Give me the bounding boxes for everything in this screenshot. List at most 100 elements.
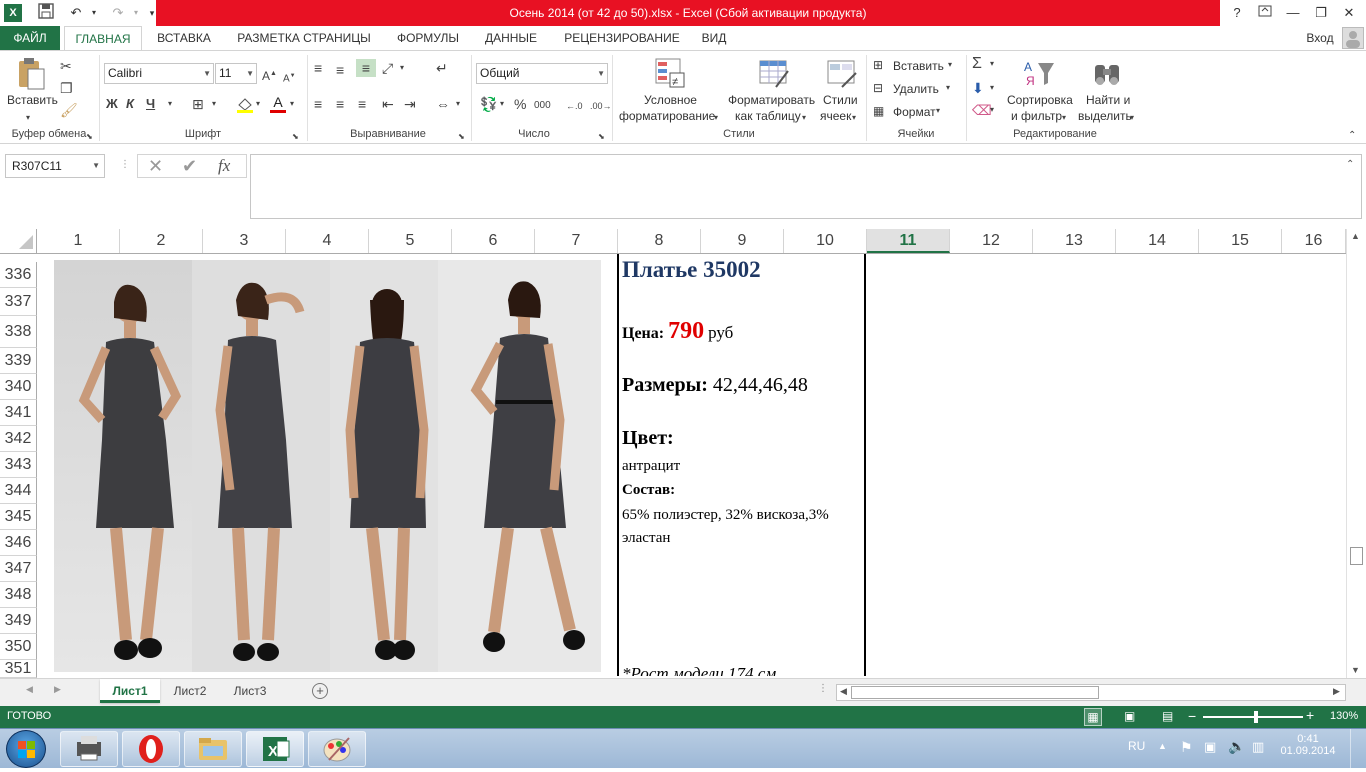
font-color-dropdown-icon[interactable]: ▾ — [290, 95, 294, 113]
format-cells-icon[interactable]: ▦ — [873, 102, 884, 120]
row-header[interactable]: 343 — [0, 452, 37, 478]
row-header[interactable]: 339 — [0, 348, 37, 374]
tab-review[interactable]: РЕЦЕНЗИРОВАНИЕ — [554, 26, 690, 50]
start-button[interactable] — [6, 730, 46, 768]
vertical-scrollbar[interactable]: ▲ ▼ — [1346, 229, 1366, 678]
borders-dropdown-icon[interactable]: ▾ — [212, 95, 216, 113]
row-header[interactable]: 336 — [0, 262, 37, 288]
sheet-tab-2[interactable]: Лист2 — [162, 679, 218, 703]
sign-in-link[interactable]: Вход — [1300, 26, 1340, 50]
conditional-formatting-icon[interactable]: ≠ — [654, 57, 686, 89]
scroll-right-icon[interactable]: ▶ — [1333, 686, 1340, 697]
page-layout-view-icon[interactable]: ▣ — [1124, 709, 1135, 723]
restore-button[interactable]: ❐ — [1306, 0, 1336, 26]
row-header[interactable]: 350 — [0, 634, 37, 660]
column-header[interactable]: 8 — [618, 229, 701, 253]
insert-cells-icon[interactable]: ⊞ — [873, 56, 883, 74]
chevron-down-icon[interactable]: ▾ — [1062, 109, 1066, 127]
excel-app-icon[interactable]: X — [4, 4, 22, 22]
tab-split-grip-icon[interactable]: ⋮ — [818, 683, 828, 694]
format-as-table-label-2[interactable]: как таблицу — [735, 109, 801, 123]
chevron-down-icon[interactable]: ▾ — [936, 102, 940, 120]
number-launcher-icon[interactable]: ⬊ — [598, 128, 605, 146]
zoom-slider[interactable] — [1203, 716, 1303, 718]
format-as-table-icon[interactable] — [758, 57, 790, 89]
chevron-down-icon[interactable]: ▾ — [948, 56, 952, 74]
column-header[interactable]: 12 — [950, 229, 1033, 253]
align-center-icon[interactable]: ≡ — [336, 95, 344, 113]
new-sheet-button[interactable]: + — [312, 683, 328, 699]
increase-indent-icon[interactable]: ⇥ — [404, 95, 416, 113]
taskbar-app-printer[interactable] — [60, 731, 118, 767]
save-icon[interactable] — [36, 3, 56, 23]
underline-dropdown-icon[interactable]: ▾ — [168, 95, 172, 113]
percent-icon[interactable]: % — [514, 95, 526, 113]
column-header[interactable]: 2 — [120, 229, 203, 253]
conditional-formatting-label-1[interactable]: Условное — [644, 93, 697, 107]
font-color-icon[interactable]: A — [270, 95, 286, 113]
insert-function-button[interactable]: fx — [218, 156, 230, 176]
enter-icon[interactable]: ✔ — [182, 156, 197, 177]
normal-view-icon[interactable]: ▦ — [1084, 708, 1102, 726]
merge-dropdown-icon[interactable]: ▾ — [456, 95, 460, 113]
row-header[interactable]: 345 — [0, 504, 37, 530]
column-header[interactable]: 4 — [286, 229, 369, 253]
taskbar-app-paint[interactable] — [308, 731, 366, 767]
column-header[interactable]: 14 — [1116, 229, 1199, 253]
find-select-icon[interactable] — [1092, 57, 1124, 89]
undo-icon[interactable]: ↶ — [66, 3, 86, 23]
row-header[interactable]: 349 — [0, 608, 37, 634]
delete-cells-button[interactable]: Удалить — [893, 82, 939, 96]
chevron-down-icon[interactable]: ▾ — [990, 79, 994, 97]
row-header[interactable]: 341 — [0, 400, 37, 426]
orientation-icon[interactable]: ⤢ — [382, 59, 393, 77]
action-center-flag-icon[interactable]: ⚑ — [1180, 739, 1193, 756]
taskbar-app-opera[interactable] — [122, 731, 180, 767]
row-header[interactable]: 347 — [0, 556, 37, 582]
horizontal-scroll-thumb[interactable] — [851, 686, 1099, 699]
column-header[interactable]: 15 — [1199, 229, 1282, 253]
increase-decimal-icon[interactable]: ←.0 — [566, 97, 583, 115]
chevron-down-icon[interactable]: ▾ — [852, 109, 856, 127]
align-top-icon[interactable]: ≡ — [314, 59, 322, 77]
zoom-level[interactable]: 130% — [1330, 710, 1358, 722]
conditional-formatting-label-2[interactable]: форматирование — [619, 109, 715, 123]
cancel-icon[interactable]: ✕ — [148, 156, 163, 177]
worksheet-grid[interactable]: Платье 35002 Цена: 790 руб Размеры: 42,4… — [37, 254, 1346, 676]
align-left-icon[interactable]: ≡ — [314, 95, 322, 113]
volume-icon[interactable]: 🔈 — [1228, 738, 1245, 755]
scroll-down-icon[interactable]: ▼ — [1351, 665, 1360, 675]
align-middle-icon[interactable]: ≡ — [336, 61, 344, 79]
undo-dropdown-icon[interactable]: ▾ — [84, 3, 104, 23]
autosum-icon[interactable]: Σ — [972, 55, 982, 73]
align-bottom-icon[interactable]: ≡ — [356, 59, 376, 77]
cut-icon[interactable]: ✂ — [60, 57, 72, 75]
scroll-left-icon[interactable]: ◀ — [840, 686, 847, 697]
currency-icon[interactable]: 💱 — [480, 95, 497, 113]
italic-button[interactable]: К — [126, 95, 134, 113]
orientation-dropdown-icon[interactable]: ▾ — [400, 59, 404, 77]
copy-icon[interactable]: ❐ — [60, 79, 73, 97]
device-icon[interactable]: ▣ — [1204, 739, 1216, 755]
borders-icon[interactable]: ⊞ — [192, 95, 204, 113]
column-header[interactable]: 6 — [452, 229, 535, 253]
tab-formulas[interactable]: ФОРМУЛЫ — [388, 26, 468, 50]
currency-dropdown-icon[interactable]: ▾ — [500, 95, 504, 113]
column-header[interactable]: 5 — [369, 229, 452, 253]
paste-icon[interactable] — [14, 57, 48, 93]
ribbon-display-icon[interactable] — [1250, 0, 1280, 26]
insert-cells-button[interactable]: Вставить — [893, 59, 944, 73]
minimize-button[interactable]: — — [1278, 0, 1308, 26]
language-indicator[interactable]: RU — [1128, 739, 1145, 753]
redo-icon[interactable]: ↷ — [108, 3, 128, 23]
select-all-button[interactable] — [0, 229, 37, 253]
row-header[interactable]: 337 — [0, 288, 37, 316]
clock[interactable]: 0:41 01.09.2014 — [1278, 733, 1338, 757]
row-header[interactable]: 338 — [0, 316, 37, 348]
horizontal-scrollbar[interactable]: ◀ ▶ — [836, 684, 1346, 701]
help-button[interactable]: ? — [1222, 0, 1252, 26]
number-format-select[interactable]: Общий ▼ — [476, 63, 608, 84]
sort-filter-label-1[interactable]: Сортировка — [1007, 93, 1073, 107]
column-header[interactable]: 7 — [535, 229, 618, 253]
tab-page-layout[interactable]: РАЗМЕТКА СТРАНИЦЫ — [228, 26, 380, 50]
